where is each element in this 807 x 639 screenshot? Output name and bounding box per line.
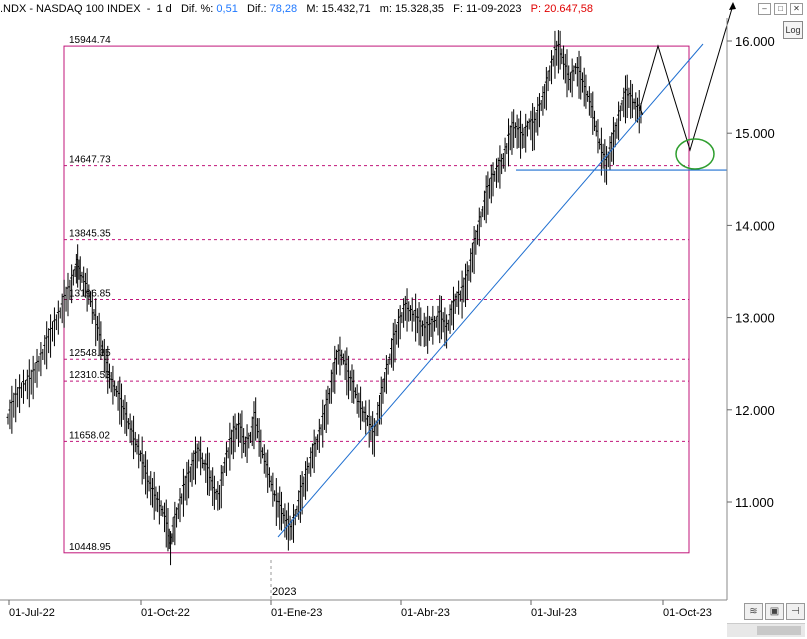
fib-label: 15944.74 xyxy=(69,35,111,46)
fib-label: 11658.02 xyxy=(69,430,110,441)
fib-levels: 15944.7414647.7313845.3513196.8512548.35… xyxy=(64,35,689,553)
x-tick-label: 01-Jul-23 xyxy=(531,607,577,619)
fib-label: 13845.35 xyxy=(69,229,111,240)
y-tick-label: 12.000 xyxy=(735,403,775,418)
x-tick-label: 01-Jul-22 xyxy=(9,607,55,619)
scrollbar-thumb[interactable] xyxy=(757,626,801,635)
projection-path xyxy=(639,4,734,152)
fib-label: 12310.53 xyxy=(69,370,111,381)
x-tick-label: 01-Oct-22 xyxy=(141,607,190,619)
zoom-icon[interactable]: ≋ xyxy=(744,603,763,620)
fib-label: 12548.35 xyxy=(69,348,111,359)
horizontal-scrollbar[interactable] xyxy=(727,623,805,637)
target-circle xyxy=(675,138,715,170)
price-chart[interactable]: 15944.7414647.7313845.3513196.8512548.35… xyxy=(0,0,807,639)
y-tick-label: 11.000 xyxy=(735,495,774,510)
y-tick-label: 16.000 xyxy=(735,34,775,49)
fib-label: 10448.95 xyxy=(69,542,111,553)
y-tick-label: 14.000 xyxy=(735,218,775,233)
chart-toolbar: ≋ ▣ ⊣ xyxy=(744,603,805,620)
projection-arrow-icon xyxy=(729,2,736,10)
y-tick-label: 15.000 xyxy=(735,126,775,141)
x-tick-label: 01-Abr-23 xyxy=(401,607,450,619)
x-axis-ticks: 01-Jul-22 01-Oct-22 01-Ene-23 01-Abr-23 01-J… xyxy=(8,600,712,619)
x-tick-label: 01-Oct-23 xyxy=(663,607,712,619)
year-marker-label: 2023 xyxy=(272,586,296,598)
y-axis-ticks: 11.000 12.000 13.000 14.000 15.000 16.000 xyxy=(727,34,775,510)
save-icon[interactable]: ▣ xyxy=(765,603,784,620)
fib-label: 14647.73 xyxy=(69,155,111,166)
y-tick-label: 13.000 xyxy=(735,311,775,326)
x-tick-label: 01-Ene-23 xyxy=(271,607,322,619)
pin-icon[interactable]: ⊣ xyxy=(786,603,805,620)
trend-line xyxy=(277,43,704,538)
